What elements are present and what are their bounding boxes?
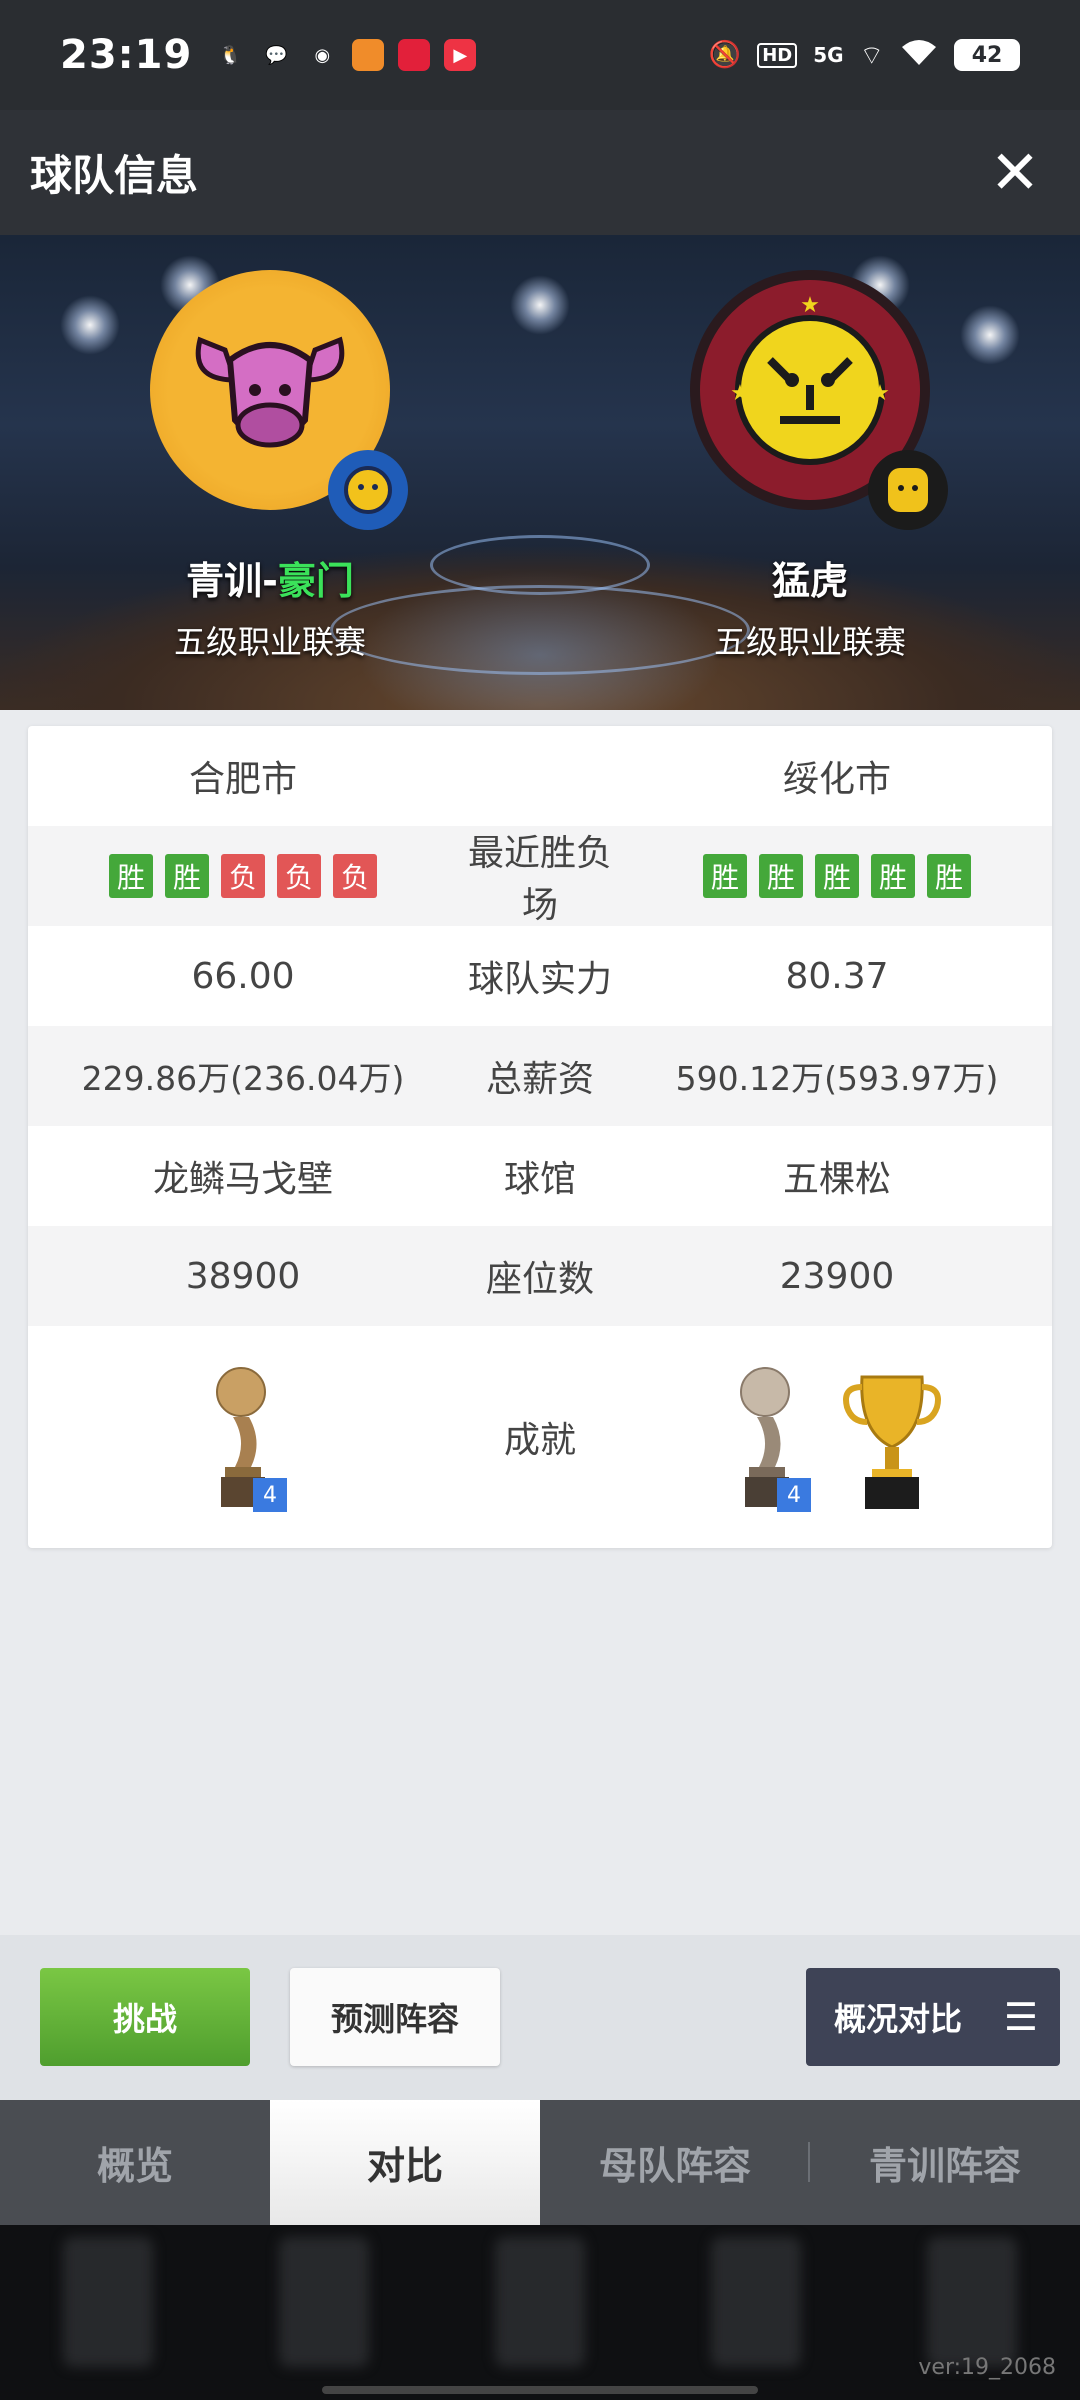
version-label: ver:19_2068 <box>918 2355 1056 2380</box>
tiger-badge-icon <box>868 450 948 530</box>
shop-app-icon <box>398 39 431 71</box>
menu-icon: ☰ <box>1003 1995 1038 2039</box>
salary-row: 229.86万(236.04万) 总薪资 590.12万(593.97万) <box>28 1026 1052 1126</box>
left-salary: 229.86万(236.04万) <box>81 1059 405 1098</box>
status-indicators: 🔕 HD 5G ⌔ 42 <box>709 37 1020 74</box>
action-bar: 挑战 预测阵容 概况对比 ☰ <box>0 1935 1080 2100</box>
challenge-button[interactable]: 挑战 <box>40 1968 250 2066</box>
tab-parent-roster[interactable]: 母队阵容 <box>540 2100 810 2225</box>
championship-cup-icon[interactable] <box>837 1362 947 1512</box>
salary-label: 总薪资 <box>485 1059 594 1100</box>
right-strength: 80.37 <box>785 955 889 997</box>
team-right[interactable]: ★ ★ ★ 猛虎 五级职业联赛 <box>600 270 1020 663</box>
hd-icon: HD <box>757 42 798 68</box>
home-indicator[interactable] <box>322 2386 758 2394</box>
left-arena: 龙鳞马戈壁 <box>152 1159 333 1200</box>
team-right-name: 猛虎 <box>771 559 848 603</box>
qq-icon: 🐧 <box>219 44 242 66</box>
win-badge: 胜 <box>927 854 971 898</box>
left-recent-results: 胜胜负负负 <box>28 854 458 898</box>
recent-results-row: 胜胜负负负 最近胜负场 胜胜胜胜胜 <box>28 826 1052 926</box>
left-strength: 66.00 <box>191 955 295 997</box>
nav-item-blurred[interactable] <box>279 2237 369 2367</box>
right-salary: 590.12万(593.97万) <box>675 1059 999 1098</box>
signal-icon: 5G <box>813 43 844 67</box>
strength-label: 球队实力 <box>467 959 612 1000</box>
loss-badge: 负 <box>277 854 321 898</box>
city-row: 合肥市 绥化市 <box>28 726 1052 826</box>
nav-item-blurred[interactable] <box>711 2237 801 2367</box>
left-seats: 38900 <box>185 1255 301 1297</box>
stadium-light <box>510 275 570 335</box>
nav-item-blurred[interactable] <box>63 2237 153 2367</box>
team-left-league: 五级职业联赛 <box>173 623 366 661</box>
achievement-label: 成就 <box>503 1420 576 1461</box>
tab-compare[interactable]: 对比 <box>270 2100 540 2225</box>
page-title: 球队信息 <box>30 151 199 200</box>
win-badge: 胜 <box>815 854 859 898</box>
win-badge: 胜 <box>703 854 747 898</box>
win-badge: 胜 <box>165 854 209 898</box>
seats-row: 38900 座位数 23900 <box>28 1226 1052 1326</box>
arena-row: 龙鳞马戈壁 球馆 五棵松 <box>28 1126 1052 1226</box>
tab-overview[interactable]: 概览 <box>0 2100 270 2225</box>
left-city: 合肥市 <box>188 759 297 800</box>
recent-results-label: 最近胜负场 <box>467 833 612 926</box>
nav-item-blurred[interactable] <box>927 2237 1017 2367</box>
trophy-count-badge: 4 <box>253 1478 287 1512</box>
mvp-trophy-icon[interactable]: 4 <box>203 1362 287 1512</box>
wolf-badge-icon <box>328 450 408 530</box>
status-bar: 23:19 🐧 💬 ◉ ▶ 🔕 HD 5G ⌔ 42 <box>0 0 1080 110</box>
tab-youth-roster[interactable]: 青训阵容 <box>810 2100 1080 2225</box>
loss-badge: 负 <box>221 854 265 898</box>
win-badge: 胜 <box>109 854 153 898</box>
svg-text:★: ★ <box>870 381 890 406</box>
seats-label: 座位数 <box>485 1259 594 1300</box>
team-left[interactable]: 青训-豪门 五级职业联赛 <box>60 270 480 663</box>
header: 球队信息 ✕ <box>0 110 1080 235</box>
trophy-count-badge: 4 <box>777 1478 811 1512</box>
overview-compare-button[interactable]: 概况对比 ☰ <box>806 1968 1060 2066</box>
team-matchup-banner: 青训-豪门 五级职业联赛 ★ ★ ★ 猛虎 五级职业联赛 <box>0 235 1080 710</box>
weibo-icon: ◉ <box>314 44 331 66</box>
strength-row: 66.00 球队实力 80.37 <box>28 926 1052 1026</box>
status-time: 23:19 <box>60 32 193 78</box>
mute-icon: 🔕 <box>708 40 742 70</box>
media-app-icon: ▶ <box>444 39 477 71</box>
svg-text:★: ★ <box>800 293 820 318</box>
wechat-icon: 💬 <box>265 44 288 66</box>
right-city: 绥化市 <box>782 759 891 800</box>
win-badge: 胜 <box>759 854 803 898</box>
svg-text:★: ★ <box>730 381 750 406</box>
right-seats: 23900 <box>779 1255 895 1297</box>
arena-label: 球馆 <box>503 1159 576 1200</box>
hotspot-icon: ⌔ <box>859 40 884 71</box>
wifi-icon <box>900 37 938 74</box>
achievement-row: 4 成就 4 <box>28 1326 1052 1548</box>
comparison-card: 合肥市 绥化市 胜胜负负负 最近胜负场 胜胜胜胜胜 66.00 球队实力 80.… <box>28 726 1052 1548</box>
status-app-icons: 🐧 💬 ◉ ▶ <box>214 39 477 71</box>
right-arena: 五棵松 <box>782 1159 891 1200</box>
mvp-trophy-icon[interactable]: 4 <box>727 1362 811 1512</box>
win-badge: 胜 <box>871 854 915 898</box>
right-recent-results: 胜胜胜胜胜 <box>622 854 1052 898</box>
nav-item-blurred[interactable] <box>495 2237 585 2367</box>
team-left-name: 青训-豪门 <box>186 559 354 603</box>
predict-lineup-button[interactable]: 预测阵容 <box>290 1968 500 2066</box>
bottom-nav: ver:19_2068 <box>0 2225 1080 2400</box>
close-button[interactable]: ✕ <box>980 138 1050 208</box>
battery-icon: 42 <box>954 39 1020 71</box>
video-app-icon <box>352 39 385 71</box>
team-right-league: 五级职业联赛 <box>713 623 906 661</box>
overview-compare-label: 概况对比 <box>834 2000 963 2038</box>
tab-bar: 概览 对比 母队阵容 青训阵容 <box>0 2100 1080 2225</box>
loss-badge: 负 <box>333 854 377 898</box>
